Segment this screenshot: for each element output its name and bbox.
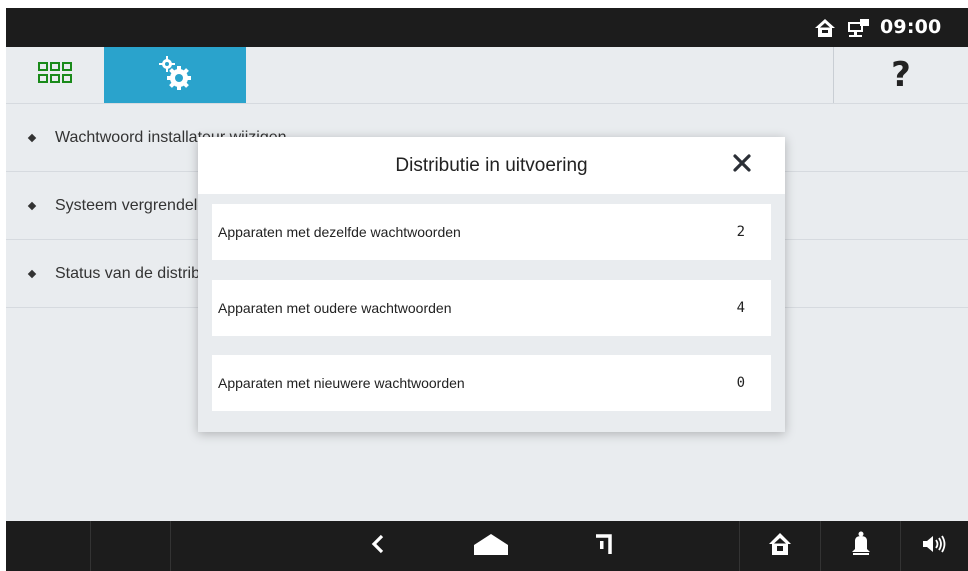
gears-icon [155,55,195,95]
dialog-header: Distributie in uitvoering [198,137,785,194]
grid-icon [38,62,72,88]
status-row: Apparaten met oudere wachtwoorden 4 [212,280,771,336]
back-button[interactable] [358,521,398,571]
dialog-title: Distributie in uitvoering [395,155,588,176]
bullet-icon [27,133,37,142]
help-button[interactable]: ? [834,47,968,103]
status-row: Apparaten met nieuwere wachtwoorden 0 [212,355,771,411]
house-icon [768,532,792,560]
alarm-button[interactable] [821,521,900,571]
app-screen: 09:00 ? Wachtwoord installateur wijzigen… [6,8,968,571]
status-bar: 09:00 [6,8,968,47]
bell-icon [851,531,871,561]
row-value: 4 [736,300,745,316]
close-icon [733,154,751,176]
bullet-icon [27,201,37,210]
network-icon [846,18,870,42]
house-button[interactable] [740,521,820,571]
recent-apps-button[interactable] [584,521,624,571]
row-label: Apparaten met dezelfde wachtwoorden [218,224,461,240]
volume-button[interactable] [901,521,968,571]
nav-separator [90,521,91,571]
row-value: 2 [736,224,745,240]
row-value: 0 [736,375,745,391]
home-nav-button[interactable] [466,521,516,571]
home-shape-icon [473,532,509,560]
volume-icon [922,534,948,558]
distribution-dialog: Distributie in uitvoering Apparaten met … [198,137,785,432]
status-row: Apparaten met dezelfde wachtwoorden 2 [212,204,771,260]
home-icon [814,18,836,42]
recent-icon [595,533,613,559]
clock-time: 09:00 [880,16,942,38]
back-icon [371,534,385,558]
row-label: Apparaten met nieuwere wachtwoorden [218,375,465,391]
nav-separator [170,521,171,571]
top-toolbar: ? [6,47,968,104]
apps-button[interactable] [6,47,104,103]
bottom-navbar [6,521,968,571]
menu-item-label: Systeem vergrendelen [55,196,216,214]
bullet-icon [27,269,37,278]
row-label: Apparaten met oudere wachtwoorden [218,300,452,316]
settings-tab[interactable] [104,47,246,103]
close-button[interactable] [728,151,756,179]
